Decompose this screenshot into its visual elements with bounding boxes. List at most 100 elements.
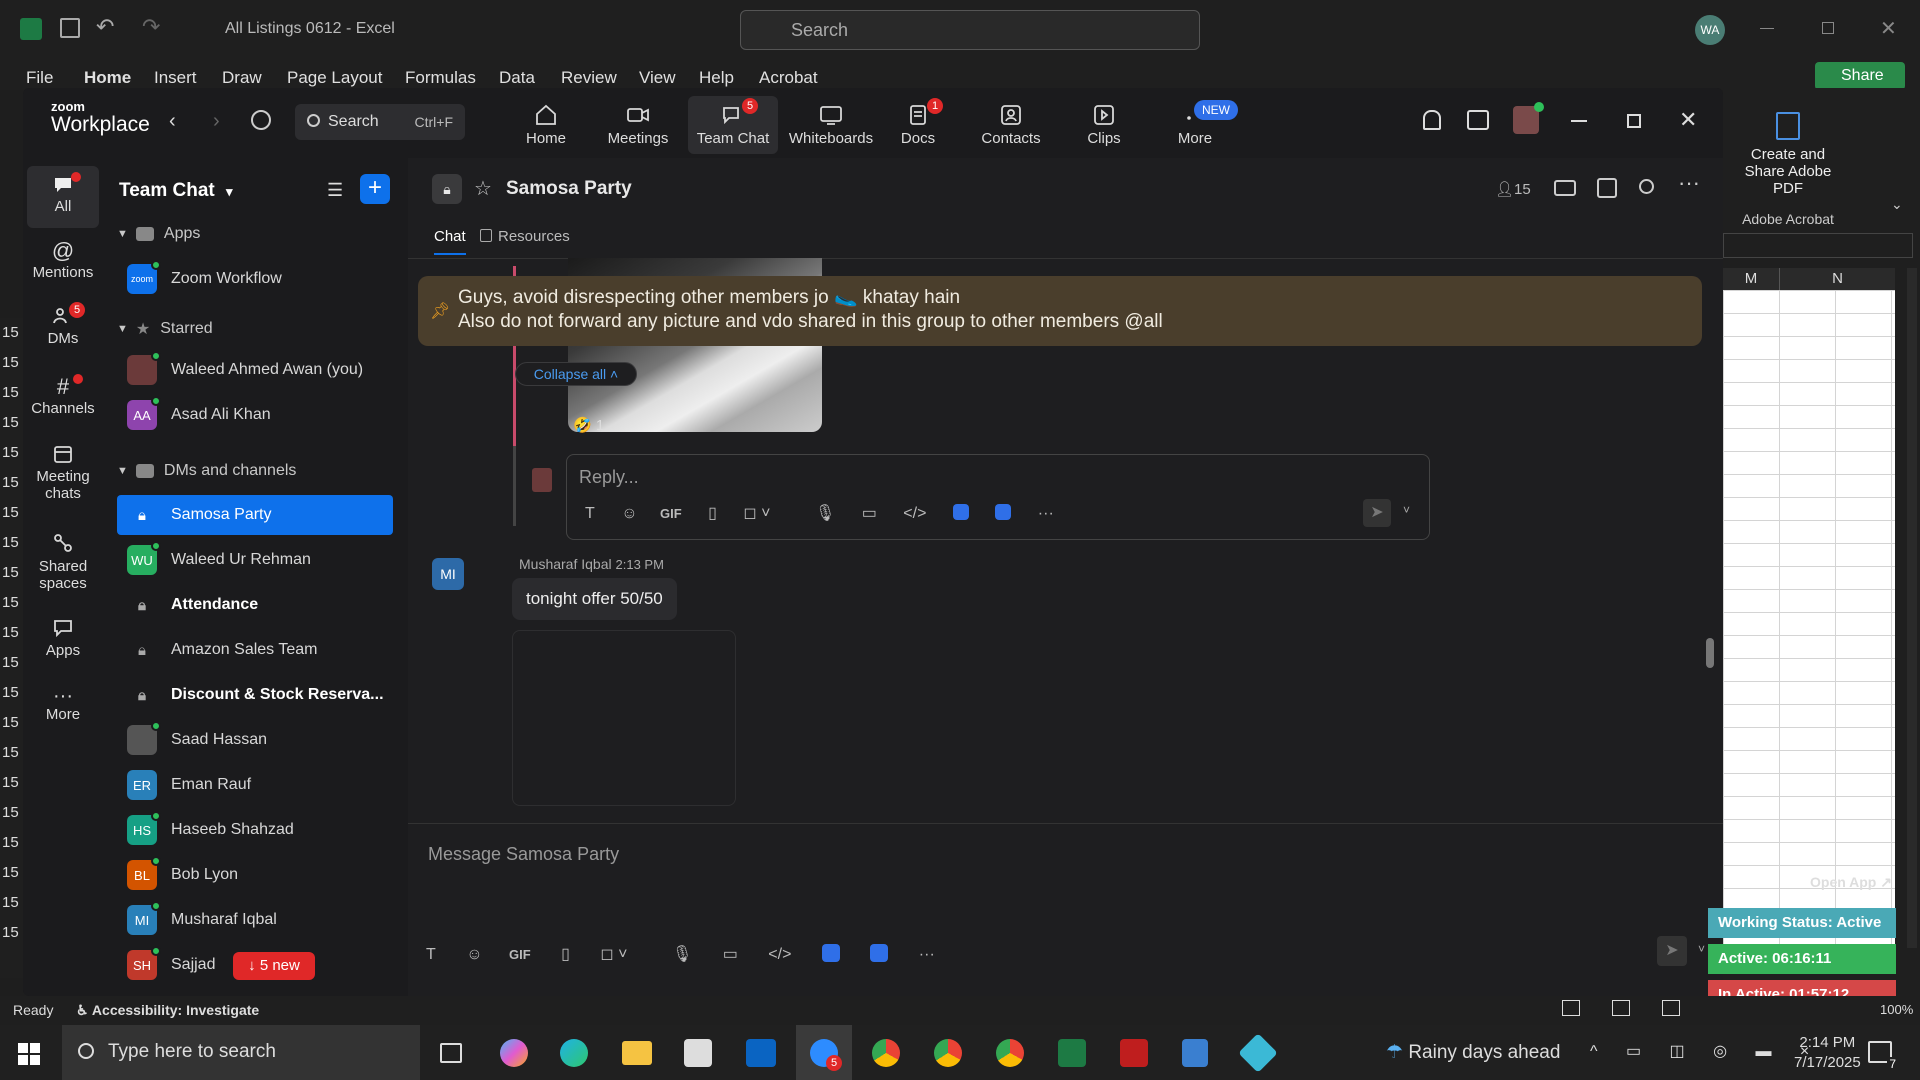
file-icon[interactable]: ▯ xyxy=(708,505,717,522)
rail-meeting-chats[interactable]: Meeting chats xyxy=(27,444,99,502)
microsoft-store-icon[interactable] xyxy=(684,1039,712,1067)
message-avatar[interactable]: MI xyxy=(432,558,464,590)
zoom-maximize-icon[interactable] xyxy=(1627,114,1641,128)
column-header-m[interactable]: M xyxy=(1723,268,1779,290)
nav-clips[interactable]: Clips xyxy=(1059,96,1149,154)
save-icon[interactable] xyxy=(60,18,80,38)
nav-team-chat[interactable]: Team Chat 5 xyxy=(688,96,778,154)
rail-mentions[interactable]: @ Mentions xyxy=(27,238,99,281)
chevron-down-icon[interactable]: ⌄ xyxy=(1891,196,1903,213)
sheet-grid[interactable]: M N xyxy=(1723,268,1895,950)
tab-help[interactable]: Help xyxy=(699,68,734,88)
calendar-icon[interactable] xyxy=(1467,110,1489,130)
tab-file[interactable]: File xyxy=(26,68,53,88)
accessibility-status[interactable]: ♿︎ Accessibility: Investigate xyxy=(76,1002,259,1019)
media-placeholder[interactable] xyxy=(512,630,736,806)
send-icon[interactable]: ➤ xyxy=(1657,936,1687,966)
clock[interactable]: 2:14 PM 7/17/2025 xyxy=(1794,1033,1861,1073)
list-item-selected[interactable]: 🔒︎ Samosa Party xyxy=(117,495,393,535)
zoom-level[interactable]: 100% xyxy=(1880,1002,1913,1017)
video-message-icon[interactable]: ▭ xyxy=(723,946,738,963)
list-item[interactable]: 🔒︎ Attendance xyxy=(117,585,393,625)
tab-draw[interactable]: Draw xyxy=(222,68,262,88)
zoom-close-icon[interactable]: ✕ xyxy=(1679,107,1697,133)
section-apps[interactable]: ▼ Apps xyxy=(117,225,200,243)
open-app-button[interactable]: Open App ↗ xyxy=(1810,874,1892,891)
nav-contacts[interactable]: Contacts xyxy=(966,96,1056,154)
tray-icons[interactable]: ^ ▭ ◫ ◎ ▬ × xyxy=(1590,1041,1821,1061)
close-icon[interactable]: ✕ xyxy=(1880,16,1897,41)
history-icon[interactable] xyxy=(251,110,271,130)
user-avatar[interactable]: WA xyxy=(1695,15,1725,45)
member-count[interactable]: 👤︎15 xyxy=(1495,180,1531,198)
list-item[interactable]: 🔒︎ Amazon Sales Team xyxy=(117,630,393,670)
filter-icon[interactable]: ☰ xyxy=(327,180,343,201)
code-icon[interactable]: </> xyxy=(903,505,926,522)
reply-box[interactable]: Reply... T ☺ GIF ▯ ◻ ˅ 🎙︎ ▭ </> ··· ➤ ˅ xyxy=(566,454,1430,540)
normal-view-icon[interactable] xyxy=(1562,1000,1580,1016)
filezilla-icon[interactable] xyxy=(1120,1039,1148,1067)
list-item[interactable]: BL Bob Lyon xyxy=(117,855,393,895)
sender-name[interactable]: Musharaf Iqbal xyxy=(519,556,612,572)
gif-icon[interactable]: GIF xyxy=(660,506,682,521)
code-icon[interactable]: </> xyxy=(768,946,791,963)
list-item[interactable]: MI Musharaf Iqbal xyxy=(117,900,393,940)
app-integration-icon[interactable] xyxy=(952,504,969,520)
more-options-icon[interactable]: ··· xyxy=(1038,505,1054,522)
reply-input[interactable]: Reply... xyxy=(579,467,639,488)
section-dms-channels[interactable]: ▼ DMs and channels xyxy=(117,462,296,480)
new-messages-pill[interactable]: ↓ 5 new xyxy=(233,952,315,980)
app-integration-icon[interactable] xyxy=(870,944,889,962)
star-icon[interactable]: ☆ xyxy=(474,176,492,201)
microphone-icon[interactable]: 🎙︎ xyxy=(672,946,692,963)
send-options-chevron-icon[interactable]: ˅ xyxy=(1403,503,1410,517)
zoom-taskbar-icon[interactable]: 5 xyxy=(796,1025,852,1080)
file-explorer-icon[interactable] xyxy=(622,1041,652,1065)
forward-icon[interactable]: › xyxy=(213,110,220,133)
acrobat-panel[interactable]: Create and Share Adobe PDF Adobe Acrobat xyxy=(1723,88,1853,227)
outlook-icon[interactable] xyxy=(746,1039,776,1067)
chrome-icon[interactable] xyxy=(934,1039,962,1067)
video-call-icon[interactable] xyxy=(1554,180,1576,196)
notifications-bell-icon[interactable] xyxy=(1423,110,1441,130)
app-integration-icon[interactable] xyxy=(995,504,1012,520)
tab-home[interactable]: Home xyxy=(84,68,131,88)
search-icon[interactable] xyxy=(1639,179,1654,194)
rail-dms[interactable]: DMs 5 xyxy=(27,302,99,347)
list-item[interactable]: Waleed Ahmed Awan (you) xyxy=(117,350,393,390)
nav-meetings[interactable]: Meetings xyxy=(593,96,683,154)
back-icon[interactable]: ‹ xyxy=(169,110,176,133)
team-chat-title[interactable]: Team Chat ▾ xyxy=(119,180,233,202)
message-composer-input[interactable]: Message Samosa Party xyxy=(428,844,619,865)
message-bubble[interactable]: tonight offer 50/50 xyxy=(512,578,677,620)
list-item[interactable]: 🔒︎ Discount & Stock Reserva... xyxy=(117,675,393,715)
pinned-message-banner[interactable]: 📌︎ Guys, avoid disrespecting other membe… xyxy=(418,276,1702,346)
chrome-icon[interactable] xyxy=(996,1039,1024,1067)
copilot-icon[interactable] xyxy=(500,1039,528,1067)
text-format-icon[interactable]: T xyxy=(426,946,436,963)
column-header-n[interactable]: N xyxy=(1779,268,1895,290)
screenshot-icon[interactable]: ◻ ˅ xyxy=(743,505,770,522)
list-item[interactable]: zoom Zoom Workflow xyxy=(117,259,393,299)
section-starred[interactable]: ▼ ★ Starred xyxy=(117,319,213,339)
calculator-icon[interactable] xyxy=(1182,1039,1208,1067)
formula-bar[interactable] xyxy=(1723,233,1913,258)
zoom-search-input[interactable]: Search Ctrl+F xyxy=(295,104,465,140)
list-item[interactable]: HS Haseeb Shahzad xyxy=(117,810,393,850)
nav-docs[interactable]: Docs 1 xyxy=(873,96,963,154)
emoji-icon[interactable]: ☺ xyxy=(621,505,637,522)
rail-all[interactable]: All xyxy=(27,166,99,228)
tab-review[interactable]: Review xyxy=(561,68,617,88)
page-layout-view-icon[interactable] xyxy=(1612,1000,1630,1016)
windows-start-icon[interactable] xyxy=(18,1043,40,1065)
screenshot-icon[interactable]: ◻ ˅ xyxy=(600,946,627,963)
list-item[interactable]: ER Eman Rauf xyxy=(117,765,393,805)
tab-resources[interactable]: Resources xyxy=(480,228,570,245)
tab-page-layout[interactable]: Page Layout xyxy=(287,68,382,88)
emoji-icon[interactable]: ☺ xyxy=(466,946,482,963)
collapse-all-button[interactable]: Collapse all ˄ xyxy=(515,362,637,386)
video-message-icon[interactable]: ▭ xyxy=(862,505,877,522)
notification-center-icon[interactable]: 7 xyxy=(1868,1041,1898,1071)
redo-icon[interactable]: ↷ xyxy=(142,14,160,40)
schedule-calendar-icon[interactable] xyxy=(1597,178,1617,198)
